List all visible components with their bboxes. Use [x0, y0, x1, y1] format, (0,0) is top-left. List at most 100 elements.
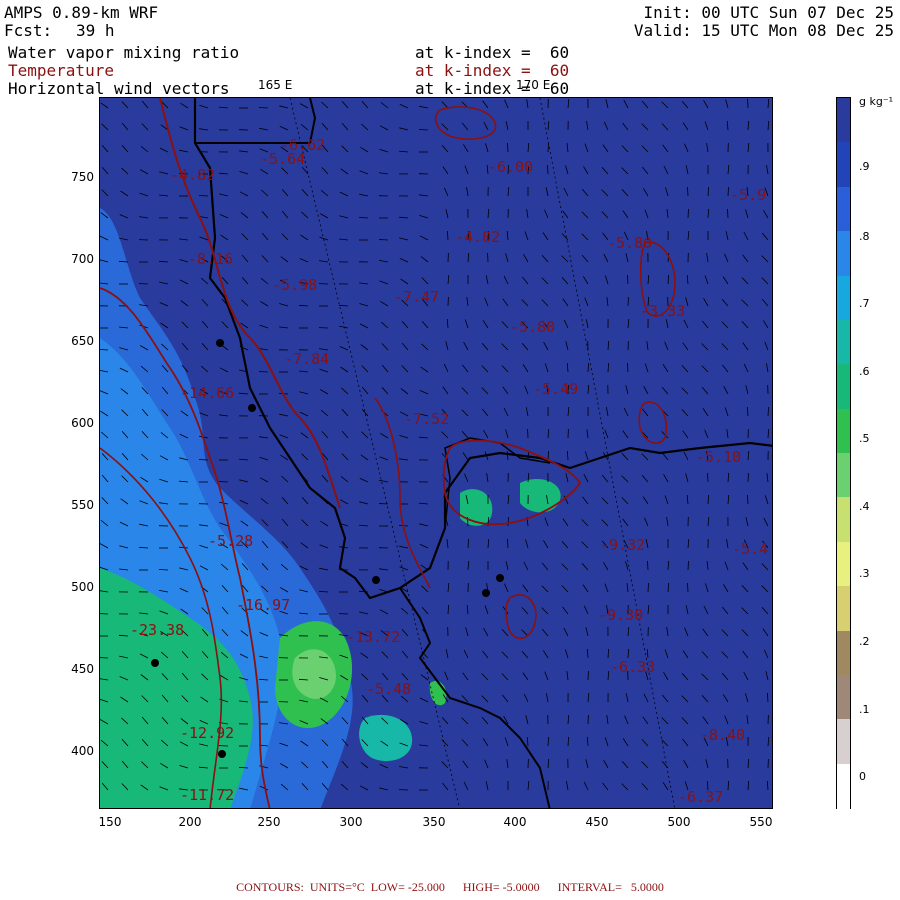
station-marker	[482, 589, 490, 597]
temperature-contour-label: -14.66	[180, 384, 235, 402]
y-tick-label: 650	[71, 334, 94, 348]
colorbar-segment	[837, 142, 850, 188]
colorbar-segment	[837, 497, 850, 543]
temperature-contour-label: -5.49	[533, 380, 579, 398]
wind-vector	[687, 582, 689, 593]
colorbar-segment	[837, 453, 850, 498]
x-tick-label: 300	[339, 815, 363, 829]
y-tick-label: 700	[71, 252, 94, 266]
wind-vector	[507, 516, 509, 527]
valid-time: Valid: 15 UTC Mon 08 Dec 25	[633, 21, 894, 40]
temperature-contour-label: -5.64	[260, 150, 306, 168]
temperature-contour-label: -9.32	[600, 536, 646, 554]
temperature-contour-label: -5.80	[607, 234, 653, 252]
station-marker	[216, 339, 224, 347]
temperature-contour-label: -7.52	[404, 410, 450, 428]
temperature-contour-label: -6.00	[488, 158, 534, 176]
colorbar-tick-label: .1	[859, 703, 870, 716]
contour-info-footer: CONTOURS: UNITS=°C LOW= -25.000 HIGH= -5…	[236, 880, 664, 894]
station-marker	[496, 574, 504, 582]
temperature-contour-label: -6.33	[610, 658, 656, 676]
temperature-contour-label: -7.47	[394, 288, 440, 306]
station-marker	[218, 750, 226, 758]
station-marker	[372, 576, 380, 584]
colorbar-segment	[837, 186, 850, 232]
colorbar-segment	[837, 364, 850, 410]
wind-vector	[547, 164, 549, 175]
temperature-contour-label: -7.84	[284, 350, 330, 368]
wind-vector	[507, 538, 509, 549]
wind-vector	[198, 195, 209, 197]
wind-vector	[727, 186, 729, 197]
longitude-label-170e: 170 E	[516, 78, 551, 92]
x-tick-label: 350	[422, 815, 446, 829]
colorbar-tick-label: .9	[859, 160, 870, 173]
temperature-contour-label: -13.72	[346, 628, 401, 646]
colorbar-segment	[837, 408, 850, 454]
y-tick-label: 550	[71, 498, 94, 512]
wind-vector	[378, 239, 389, 241]
x-tick-label: 250	[257, 815, 281, 829]
temperature-contour-label: -11.72	[180, 786, 235, 804]
colorbar-tick-label: .3	[859, 567, 870, 580]
y-tick-label: 750	[71, 170, 94, 184]
colorbar-segment	[837, 319, 850, 365]
y-tick-label: 600	[71, 416, 94, 430]
temperature-contour-label: -9.30	[598, 606, 644, 624]
colorbar-segment	[837, 541, 850, 587]
temperature-contour-label: -8.40	[700, 726, 746, 744]
temperature-contour-label: -6.37	[678, 788, 724, 806]
wind-vector	[647, 560, 649, 571]
x-tick-label: 150	[98, 815, 122, 829]
colorbar-segment	[837, 674, 850, 720]
temperature-contour-label: -5.80	[510, 318, 556, 336]
temperature-contour-label: -5.98	[272, 276, 318, 294]
colorbar-segment	[837, 231, 850, 277]
wind-vector	[158, 569, 169, 571]
colorbar-segment	[837, 763, 850, 809]
wind-vector	[647, 582, 649, 593]
colorbar-tick-label: .8	[859, 230, 870, 243]
temperature-contour-label: -4.02	[455, 228, 501, 246]
wind-vector	[687, 208, 689, 219]
colorbar-segment	[837, 719, 850, 765]
x-tick-label: 500	[667, 815, 691, 829]
colorbar	[836, 97, 851, 809]
temperature-contour-label: -4.82	[170, 166, 216, 184]
temperature-contour-label: -12.92	[180, 724, 235, 742]
colorbar-tick-label: .2	[859, 635, 870, 648]
field-name-mixing-ratio: Water vapor mixing ratio	[8, 43, 240, 62]
y-tick-label: 500	[71, 580, 94, 594]
x-tick-label: 550	[749, 815, 773, 829]
temperature-contour-label: -8.16	[188, 250, 234, 268]
y-tick-label: 400	[71, 744, 94, 758]
station-marker	[151, 659, 159, 667]
wind-vector	[418, 129, 429, 131]
map-panel: -6.62 -5.64 -4.82 -6.00 -5.9 -4.02 -5.80 -8.16-…	[99, 97, 773, 809]
temperature-contour-label: -5.4	[732, 540, 769, 558]
colorbar-segment	[837, 630, 850, 676]
model-title: AMPS 0.89-km WRF	[4, 3, 159, 22]
longitude-label-165e: 165 E	[258, 78, 293, 92]
x-tick-label: 450	[585, 815, 609, 829]
colorbar-tick-label: 0	[859, 770, 866, 783]
field-level-mixing-ratio: at k-index = 60	[415, 43, 570, 62]
field-name-temperature: Temperature	[8, 61, 114, 80]
temperature-contour-label: -16.97	[236, 596, 291, 614]
x-tick-label: 200	[178, 815, 202, 829]
wind-vector	[727, 208, 729, 219]
wind-vector	[507, 142, 509, 153]
temperature-contour-label: -5.28	[208, 532, 254, 550]
wind-vector	[258, 107, 269, 109]
field-name-wind: Horizontal wind vectors	[8, 79, 230, 98]
wind-vector	[467, 538, 469, 549]
temperature-contour-label: -5.10	[696, 448, 742, 466]
map-canvas	[100, 98, 772, 808]
colorbar-tick-label: .5	[859, 432, 870, 445]
wind-vector	[218, 481, 229, 483]
colorbar-segment	[837, 275, 850, 321]
forecast-hours: 39 h	[76, 21, 115, 40]
wind-vector	[687, 560, 689, 571]
init-time: Init: 00 UTC Sun 07 Dec 25	[643, 3, 894, 22]
temperature-contour-label: -5.48	[366, 680, 412, 698]
